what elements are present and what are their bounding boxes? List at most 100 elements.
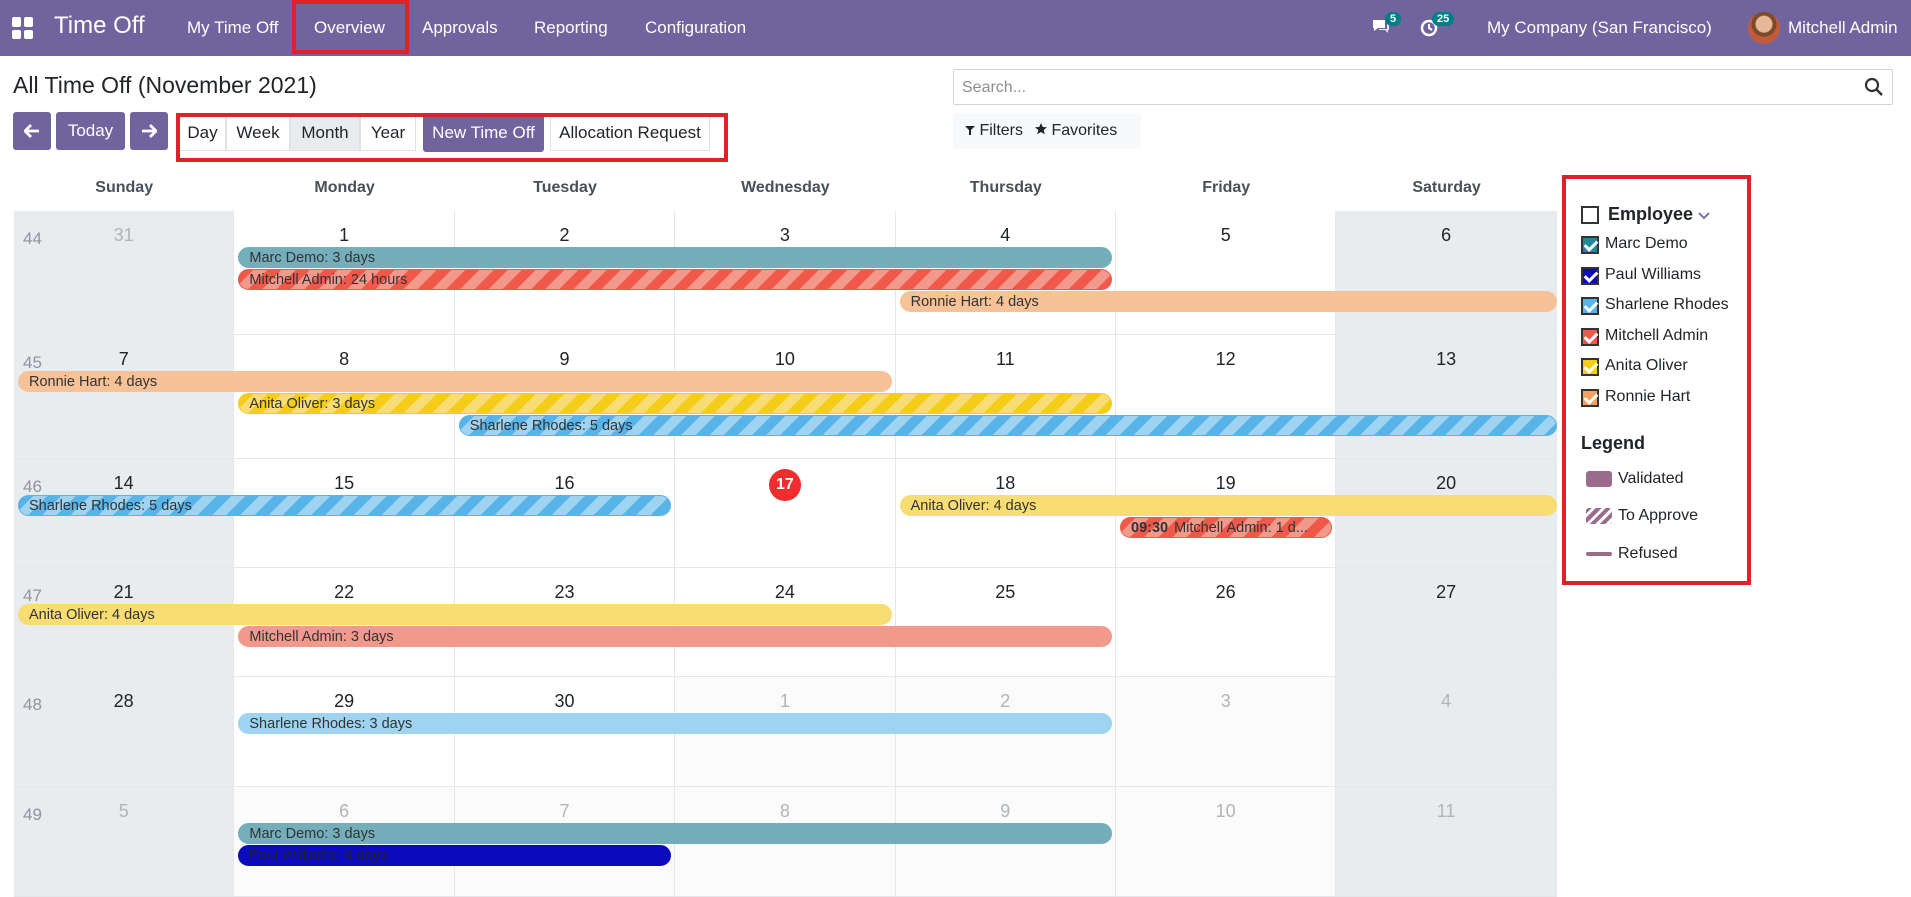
- time-off-event[interactable]: Mitchell Admin: 3 days: [238, 626, 1112, 647]
- day-number: 9: [1000, 801, 1011, 821]
- employee-all-checkbox[interactable]: [1581, 206, 1599, 224]
- calendar-day-cell[interactable]: 11: [1336, 787, 1557, 897]
- day-number: 23: [554, 582, 575, 602]
- time-off-event[interactable]: Sharlene Rhodes: 3 days: [238, 713, 1112, 734]
- today-button[interactable]: Today: [56, 112, 125, 150]
- legend-validated: Validated: [1618, 470, 1684, 487]
- time-off-event[interactable]: Sharlene Rhodes: 5 days: [458, 415, 1557, 436]
- top-navbar: Time Off My Time Off Overview Approvals …: [0, 0, 1911, 56]
- menu-configuration[interactable]: Configuration: [645, 18, 746, 38]
- day-number: 7: [118, 349, 129, 369]
- calendar-day-cell[interactable]: 31 44: [14, 211, 235, 335]
- calendar-day-cell[interactable]: 7 45: [14, 335, 235, 459]
- employee-filter-checkbox[interactable]: [1581, 358, 1599, 376]
- day-number: 5: [1220, 225, 1231, 245]
- time-off-event[interactable]: Ronnie Hart: 4 days: [18, 371, 892, 392]
- time-off-event[interactable]: Anita Oliver: 4 days: [899, 495, 1557, 516]
- calendar-day-cell[interactable]: 12: [1116, 335, 1337, 459]
- event-label: Ronnie Hart: 4 days: [910, 294, 1039, 310]
- company-switcher[interactable]: My Company (San Francisco): [1487, 18, 1712, 38]
- next-button[interactable]: [130, 112, 168, 150]
- day-number: 2: [1000, 691, 1011, 711]
- menu-my-time-off[interactable]: My Time Off: [187, 18, 278, 38]
- employee-filter-label[interactable]: Paul Williams: [1605, 266, 1701, 284]
- day-number: 2: [559, 225, 570, 245]
- day-number: 6: [1441, 225, 1452, 245]
- event-label: Mitchell Admin: 3 days: [249, 629, 394, 645]
- calendar-day-cell[interactable]: 27: [1336, 568, 1557, 677]
- employee-filter-checkbox[interactable]: [1581, 297, 1599, 315]
- time-off-event[interactable]: Paul Williams: 4 days: [238, 845, 672, 866]
- day-number: 19: [1215, 473, 1236, 493]
- menu-reporting[interactable]: Reporting: [534, 18, 608, 38]
- day-number: 8: [339, 349, 350, 369]
- event-label: Anita Oliver: 3 days: [249, 396, 376, 412]
- day-number: 5: [118, 801, 129, 821]
- chevron-down-icon[interactable]: [1698, 212, 1710, 220]
- event-label: Marc Demo: 3 days: [249, 826, 376, 842]
- time-off-event[interactable]: 09:30 Mitchell Admin: 1 d...: [1120, 517, 1333, 538]
- day-number: 11: [995, 349, 1015, 369]
- day-number: 16: [554, 473, 575, 493]
- weekday-header: Tuesday: [533, 179, 597, 196]
- time-off-event[interactable]: Sharlene Rhodes: 5 days: [18, 495, 672, 516]
- employee-filter-label[interactable]: Ronnie Hart: [1605, 388, 1690, 406]
- employee-filter-checkbox[interactable]: [1581, 388, 1599, 407]
- event-label: Paul Williams: 4 days: [249, 848, 388, 864]
- day-number: 28: [113, 691, 134, 711]
- day-number: 9: [559, 349, 570, 369]
- employee-filter-label[interactable]: Anita Oliver: [1605, 357, 1688, 375]
- calendar-day-cell[interactable]: 5: [1116, 211, 1337, 335]
- weekday-header: Wednesday: [741, 179, 830, 196]
- search-filters-bar: Filters Favorites: [953, 113, 1141, 149]
- refused-swatch: [1586, 552, 1612, 556]
- event-label: Mitchell Admin: 1 d...: [1174, 520, 1308, 536]
- calendar-day-cell[interactable]: 25: [895, 568, 1116, 677]
- weekday-header: Monday: [314, 179, 375, 196]
- calendar-day-cell[interactable]: 5 49: [14, 787, 235, 897]
- time-off-event[interactable]: Mitchell Admin: 24 hours: [238, 269, 1112, 290]
- star-icon: [1035, 123, 1048, 135]
- weekday-header: Friday: [1202, 179, 1251, 196]
- employee-filter-label[interactable]: Sharlene Rhodes: [1605, 296, 1729, 314]
- calendar-day-cell[interactable]: 13: [1336, 335, 1557, 459]
- filters-dropdown[interactable]: Filters: [965, 122, 1023, 140]
- employee-filter-checkbox[interactable]: [1581, 236, 1599, 254]
- today-marker: 17: [768, 469, 801, 501]
- calendar-day-cell[interactable]: 4: [1336, 677, 1557, 787]
- validated-swatch: [1586, 471, 1612, 487]
- calendar-day-cell[interactable]: 28 48: [14, 677, 235, 787]
- employee-filter-label[interactable]: Mitchell Admin: [1605, 327, 1708, 345]
- app-title[interactable]: Time Off: [54, 12, 145, 40]
- search-icon[interactable]: [1864, 77, 1884, 97]
- user-avatar[interactable]: [1748, 12, 1780, 44]
- day-number: 10: [1215, 801, 1236, 821]
- calendar-day-cell[interactable]: 6: [1336, 211, 1557, 335]
- event-label: Mitchell Admin: 24 hours: [249, 272, 408, 288]
- employee-filter-checkbox[interactable]: [1581, 266, 1599, 285]
- menu-approvals[interactable]: Approvals: [422, 18, 498, 38]
- search-input[interactable]: Search...: [962, 79, 1026, 97]
- time-off-event[interactable]: Marc Demo: 3 days: [238, 247, 1112, 268]
- time-off-event[interactable]: Ronnie Hart: 4 days: [899, 291, 1557, 312]
- day-number: 17: [675, 469, 894, 501]
- calendar-day-cell[interactable]: 26: [1116, 568, 1337, 677]
- previous-button[interactable]: [13, 112, 51, 150]
- apps-menu-icon[interactable]: [12, 17, 34, 39]
- employee-filter-label[interactable]: Marc Demo: [1605, 235, 1688, 253]
- time-off-event[interactable]: Anita Oliver: 3 days: [238, 393, 1112, 414]
- user-menu[interactable]: Mitchell Admin: [1788, 18, 1898, 38]
- time-off-event[interactable]: Marc Demo: 3 days: [238, 823, 1112, 844]
- calendar-day-cell[interactable]: 3: [1116, 677, 1337, 787]
- day-number: 11: [1436, 801, 1456, 821]
- employee-filter-checkbox[interactable]: [1581, 327, 1599, 346]
- calendar-day-cell[interactable]: 10: [1116, 787, 1337, 897]
- day-number: 18: [995, 473, 1016, 493]
- time-off-event[interactable]: Anita Oliver: 4 days: [18, 604, 892, 625]
- calendar-day-cell[interactable]: 17: [675, 459, 896, 568]
- employee-filter-title[interactable]: Employee: [1608, 204, 1693, 225]
- search-bar[interactable]: Search...: [953, 69, 1893, 105]
- day-number: 4: [1441, 691, 1452, 711]
- favorites-dropdown[interactable]: Favorites: [1035, 122, 1117, 140]
- highlight-overview-box: [292, 0, 409, 54]
